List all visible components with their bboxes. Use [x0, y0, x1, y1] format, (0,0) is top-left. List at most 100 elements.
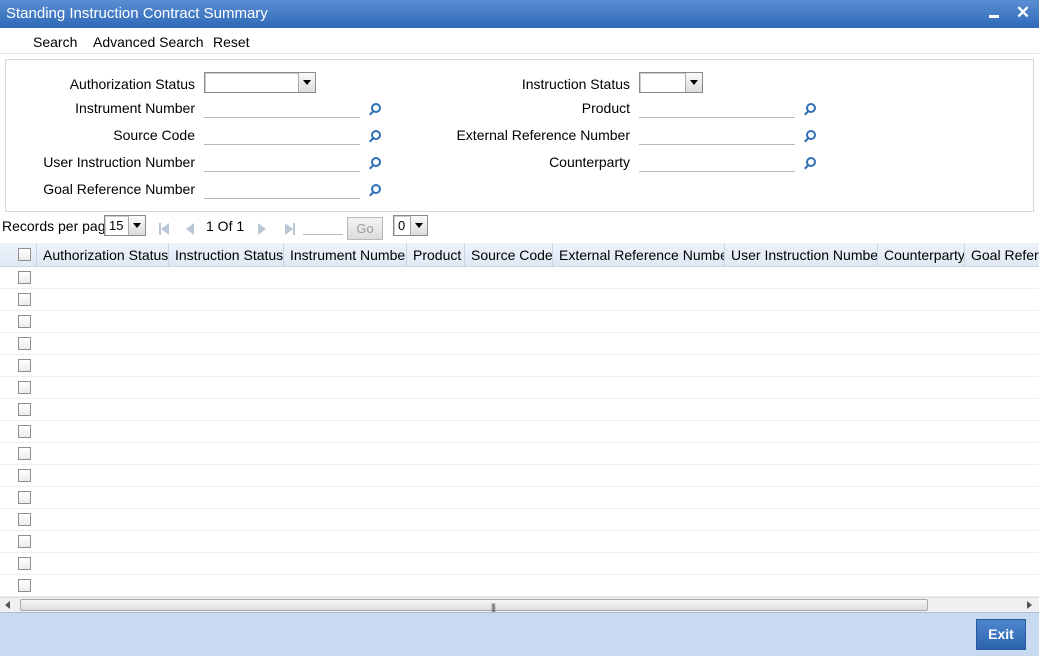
table-row[interactable] [0, 509, 1039, 531]
table-row[interactable] [0, 553, 1039, 575]
records-per-page-label: Records per page [2, 218, 114, 234]
instrument-number-label: Instrument Number [75, 100, 195, 116]
column-header[interactable]: Goal Refere [965, 243, 1039, 267]
row-checkbox[interactable] [18, 337, 31, 350]
column-header[interactable]: Instrument Number [284, 243, 407, 267]
table-row[interactable] [0, 267, 1039, 289]
table-row[interactable] [0, 377, 1039, 399]
source-code-search-icon[interactable] [368, 129, 382, 143]
row-checkbox[interactable] [18, 271, 31, 284]
user-instruction-number-input[interactable] [204, 152, 360, 172]
column-header[interactable]: Authorization Status [37, 243, 169, 267]
table-row[interactable] [0, 289, 1039, 311]
table-row[interactable] [0, 443, 1039, 465]
source-code-input[interactable] [204, 125, 360, 145]
scroll-right-icon[interactable] [1027, 601, 1032, 609]
table-row[interactable] [0, 487, 1039, 509]
authorization-status-select[interactable] [204, 72, 316, 93]
go-button[interactable]: Go [347, 217, 383, 240]
table-row[interactable] [0, 333, 1039, 355]
column-header[interactable]: Instruction Status [169, 243, 284, 267]
search-menu-item[interactable]: Search [33, 34, 77, 50]
page-info: 1 Of 1 [206, 218, 245, 234]
table-row[interactable] [0, 399, 1039, 421]
counterparty-input[interactable] [639, 152, 795, 172]
instrument-number-input[interactable] [204, 98, 360, 118]
counterparty-label: Counterparty [549, 154, 630, 170]
title-bar: Standing Instruction Contract Summary ✕ [0, 0, 1039, 28]
menu-bar: Search Advanced Search Reset [0, 28, 1039, 54]
row-checkbox[interactable] [18, 403, 31, 416]
column-header[interactable]: Source Code [465, 243, 553, 267]
previous-page-icon[interactable] [186, 223, 194, 235]
external-reference-number-label: External Reference Number [456, 127, 630, 143]
row-checkbox[interactable] [18, 447, 31, 460]
source-code-label: Source Code [113, 127, 195, 143]
chevron-down-icon [298, 73, 315, 92]
window-title: Standing Instruction Contract Summary [6, 5, 268, 22]
instruction-status-label: Instruction Status [521, 76, 630, 92]
user-instruction-number-label: User Instruction Number [43, 154, 195, 170]
row-checkbox[interactable] [18, 491, 31, 504]
row-checkbox[interactable] [18, 425, 31, 438]
goal-reference-number-input[interactable] [204, 179, 360, 199]
last-page-icon[interactable] [285, 223, 293, 235]
counterparty-search-icon[interactable] [803, 156, 817, 170]
column-header[interactable]: User Instruction Number [725, 243, 878, 267]
table-row[interactable] [0, 355, 1039, 377]
goal-reference-number-label: Goal Reference Number [43, 181, 195, 197]
chevron-down-icon [128, 216, 145, 235]
exit-button[interactable]: Exit [976, 619, 1026, 650]
table-row[interactable] [0, 531, 1039, 553]
grip-icon: ||| [491, 602, 496, 612]
close-icon[interactable]: ✕ [1012, 2, 1034, 24]
table-row[interactable] [0, 311, 1039, 333]
next-page-icon[interactable] [258, 223, 266, 235]
minimize-icon[interactable] [983, 2, 1005, 24]
table-row[interactable] [0, 575, 1039, 597]
goto-page-select[interactable]: 0 [393, 215, 428, 236]
row-checkbox[interactable] [18, 535, 31, 548]
column-header[interactable]: Counterparty [878, 243, 965, 267]
user-instruction-number-search-icon[interactable] [368, 156, 382, 170]
scroll-left-icon[interactable] [5, 601, 10, 609]
column-header[interactable]: Product [407, 243, 465, 267]
row-checkbox[interactable] [18, 469, 31, 482]
external-reference-number-search-icon[interactable] [803, 129, 817, 143]
product-input[interactable] [639, 98, 795, 118]
column-header[interactable]: External Reference Number [553, 243, 725, 267]
results-grid: Authorization Status Instruction Status … [0, 243, 1039, 597]
chevron-down-icon [410, 216, 427, 235]
first-page-icon[interactable] [161, 223, 169, 235]
reset-menu-item[interactable]: Reset [213, 34, 250, 50]
grid-header: Authorization Status Instruction Status … [0, 243, 1039, 267]
row-checkbox[interactable] [18, 557, 31, 570]
last-page-bar [293, 223, 295, 235]
footer-bar: Exit [0, 612, 1039, 656]
select-all-cell [0, 243, 37, 267]
row-checkbox[interactable] [18, 513, 31, 526]
row-checkbox[interactable] [18, 359, 31, 372]
authorization-status-label: Authorization Status [69, 76, 195, 92]
search-criteria-panel: Authorization Status Instrument Number S… [5, 59, 1034, 212]
instruction-status-select[interactable] [639, 72, 703, 93]
instrument-number-search-icon[interactable] [368, 102, 382, 116]
pagination-bar: Records per page 15 1 Of 1 0 [0, 213, 1039, 241]
table-row[interactable] [0, 465, 1039, 487]
row-checkbox[interactable] [18, 293, 31, 306]
summary-window: Standing Instruction Contract Summary ✕ … [0, 0, 1039, 656]
row-checkbox[interactable] [18, 315, 31, 328]
scrollbar-thumb[interactable]: ||| [20, 599, 928, 612]
horizontal-scrollbar[interactable]: ||| [0, 597, 1039, 612]
product-label: Product [581, 100, 630, 116]
advanced-search-menu-item[interactable]: Advanced Search [93, 34, 204, 50]
table-row[interactable] [0, 421, 1039, 443]
select-all-checkbox[interactable] [18, 248, 31, 261]
row-checkbox[interactable] [18, 579, 31, 592]
goal-reference-number-search-icon[interactable] [368, 183, 382, 197]
row-checkbox[interactable] [18, 381, 31, 394]
product-search-icon[interactable] [803, 102, 817, 116]
records-per-page-select[interactable]: 15 [104, 215, 146, 236]
external-reference-number-input[interactable] [639, 125, 795, 145]
goto-page-input[interactable] [303, 215, 343, 235]
